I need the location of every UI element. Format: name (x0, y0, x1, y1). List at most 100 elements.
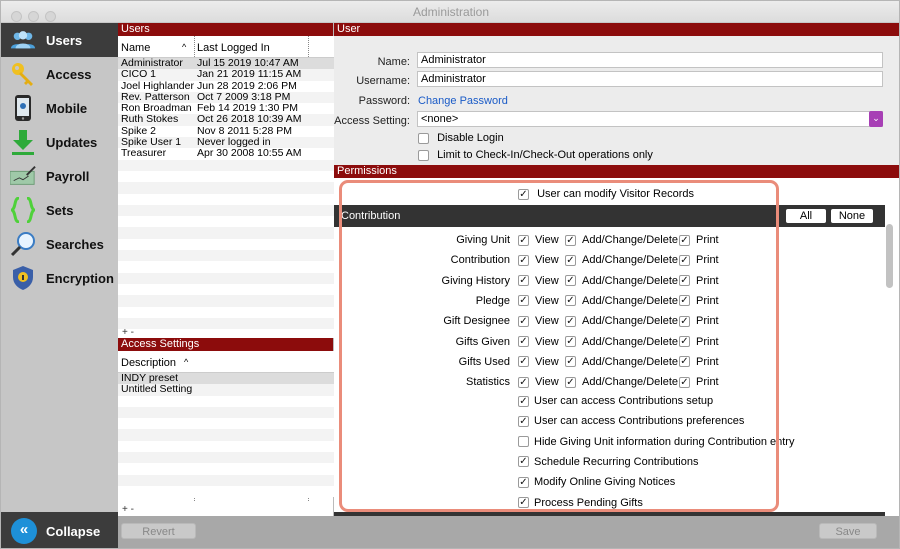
users-add-remove-buttons[interactable]: + - (122, 327, 134, 338)
table-row[interactable] (118, 170, 334, 183)
disable-login-checkbox[interactable] (418, 132, 429, 144)
sidebar-item-users[interactable]: Users (1, 23, 118, 57)
sidebar-item-access[interactable]: Access (1, 57, 118, 91)
sidebar: Users Access Mobile Updates Payroll Sets… (1, 23, 118, 548)
phone-icon (10, 95, 36, 121)
sidebar-item-label: Updates (46, 135, 98, 150)
sidebar-item-label: Sets (46, 203, 74, 218)
shield-icon (10, 265, 36, 291)
table-row[interactable] (118, 204, 334, 217)
name-column-header[interactable]: Name (121, 42, 150, 54)
table-row[interactable] (118, 227, 334, 239)
key-icon (10, 61, 36, 87)
table-row[interactable] (118, 238, 334, 251)
magnifier-icon (10, 231, 36, 257)
access-settings-panel: Access Settings Description ^ INDY prese… (118, 338, 334, 516)
change-password-link[interactable]: Change Password (418, 95, 508, 107)
last-logged-in-cell: Apr 30 2008 10:55 AM (197, 147, 302, 160)
sidebar-item-label: Users (46, 33, 83, 48)
sidebar-item-sets[interactable]: Sets (1, 193, 118, 227)
name-label: Name: (377, 56, 410, 68)
table-row[interactable] (118, 193, 334, 205)
table-row[interactable] (118, 306, 334, 318)
sidebar-item-mobile[interactable]: Mobile (1, 91, 118, 125)
table-row[interactable] (118, 159, 334, 171)
close-window-button[interactable] (11, 11, 22, 22)
table-row[interactable] (118, 317, 334, 330)
sort-ascending-icon: ^ (182, 42, 187, 52)
sidebar-item-label: Mobile (46, 101, 88, 116)
save-button[interactable]: Save (819, 523, 877, 539)
collapse-label: Collapse (46, 524, 101, 539)
table-row[interactable]: Untitled Setting (118, 383, 334, 396)
bottom-toolbar: Revert Save (118, 516, 899, 548)
table-row[interactable] (118, 295, 334, 307)
sidebar-item-encryption[interactable]: Encryption (1, 261, 118, 295)
all-button[interactable]: All (786, 209, 826, 223)
table-row[interactable] (118, 452, 334, 464)
revert-button[interactable]: Revert (121, 523, 196, 539)
disable-login-option[interactable]: Disable Login (418, 132, 504, 144)
table-row[interactable] (118, 485, 334, 498)
disable-login-label: Disable Login (437, 132, 504, 144)
table-row[interactable] (118, 272, 334, 284)
user-details-panel: User Name: Administrator Username: Admin… (334, 23, 899, 165)
braces-icon (10, 197, 36, 223)
table-row[interactable] (118, 406, 334, 419)
table-row[interactable] (118, 440, 334, 453)
access-setting-select[interactable]: <none> ⌄ (417, 111, 883, 127)
window-title: Administration (412, 5, 490, 19)
users-icon (10, 27, 36, 53)
limit-checkin-label: Limit to Check-In/Check-Out operations o… (437, 149, 653, 161)
sidebar-item-updates[interactable]: Updates (1, 125, 118, 159)
limit-checkin-option[interactable]: Limit to Check-In/Check-Out operations o… (418, 149, 653, 161)
users-panel-title: Users (118, 23, 333, 36)
sidebar-item-label: Encryption (46, 271, 114, 286)
password-label: Password: (358, 95, 410, 107)
title-bar: Administration (1, 1, 899, 23)
access-table-body: INDY preset Untitled Setting (118, 372, 334, 498)
access-add-remove-buttons[interactable]: + - (122, 504, 134, 515)
users-table-body: Administrator Jul 15 2019 10:47 AM CICO 1J… (118, 57, 334, 341)
limit-checkin-checkbox[interactable] (418, 149, 429, 161)
permissions-title: Permissions (334, 165, 899, 178)
name-field[interactable]: Administrator (417, 52, 883, 68)
access-description-cell: Untitled Setting (121, 383, 193, 396)
sidebar-item-searches[interactable]: Searches (1, 227, 118, 261)
chevron-down-icon: ⌄ (869, 111, 883, 127)
highlight-frame (339, 180, 779, 512)
table-row[interactable] (118, 182, 334, 194)
table-row[interactable] (118, 250, 334, 262)
table-row[interactable] (118, 261, 334, 273)
user-panel-title: User (334, 23, 899, 36)
user-name-cell: CICO 1 (121, 68, 157, 81)
last-logged-in-column-header[interactable]: Last Logged In (197, 42, 270, 54)
table-row[interactable] (118, 216, 334, 228)
download-arrow-icon (10, 129, 36, 155)
access-table-header: Description ^ (118, 351, 334, 373)
table-row[interactable] (118, 474, 334, 486)
permissions-scrollbar[interactable] (886, 224, 893, 288)
table-row[interactable] (118, 429, 334, 441)
none-button[interactable]: None (831, 209, 873, 223)
table-row[interactable]: Treasurer Apr 30 2008 10:55 AM (118, 147, 334, 160)
table-row[interactable] (118, 283, 334, 296)
sidebar-item-payroll[interactable]: Payroll (1, 159, 118, 193)
double-chevron-left-icon: « (11, 518, 37, 544)
table-row[interactable] (118, 395, 334, 407)
sort-ascending-icon: ^ (184, 357, 189, 367)
access-settings-title: Access Settings (118, 338, 333, 351)
description-column-header[interactable]: Description (121, 357, 176, 369)
sidebar-item-label: Payroll (46, 169, 90, 184)
table-row[interactable] (118, 463, 334, 475)
collapse-button[interactable]: « Collapse (1, 512, 118, 548)
access-setting-value: <none> (421, 113, 459, 125)
minimize-window-button[interactable] (28, 11, 39, 22)
username-field[interactable]: Administrator (417, 71, 883, 87)
table-row[interactable] (118, 418, 334, 430)
table-row[interactable]: CICO 1 Jan 21 2019 11:15 AM (118, 68, 334, 81)
zoom-window-button[interactable] (45, 11, 56, 22)
user-name-cell: Treasurer (121, 147, 167, 160)
sidebar-item-label: Access (46, 67, 92, 82)
administration-window: Administration Users Access Mobile Updat… (0, 0, 900, 549)
